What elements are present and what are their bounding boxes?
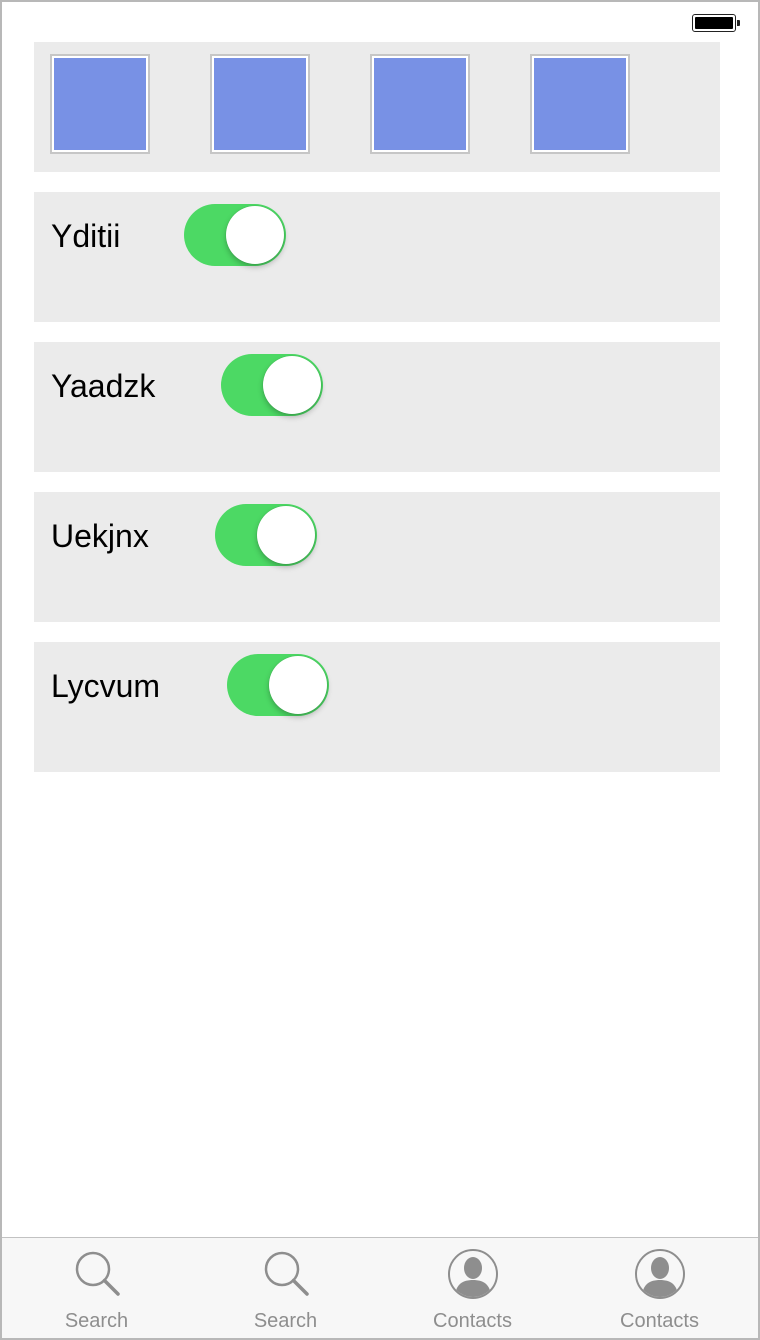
thumbnail-fill: [534, 58, 626, 150]
row-label: Lycvum: [51, 668, 161, 704]
search-icon: [75, 1251, 120, 1296]
battery-tip: [737, 20, 740, 26]
tab-label: Contacts: [433, 1310, 512, 1332]
row-label: Uekjnx: [51, 518, 149, 554]
toggle-knob: [263, 356, 321, 414]
thumbnail-image[interactable]: [50, 54, 150, 154]
thumbnail-fill: [214, 58, 306, 150]
row-toggle[interactable]: [215, 504, 317, 566]
toggle-knob: [226, 206, 284, 264]
row-toggle[interactable]: [184, 204, 286, 266]
row-toggle[interactable]: [221, 354, 323, 416]
battery-icon: [692, 14, 740, 32]
tab-search[interactable]: Search: [191, 1238, 380, 1338]
search-icon: [264, 1251, 309, 1296]
tab-label: Search: [253, 1310, 318, 1332]
settings-row: Yditii: [34, 192, 720, 322]
app-screen: Yditii Yaadzk Uekjnx Lycvum Search Searc…: [0, 0, 760, 1340]
tab-contacts[interactable]: Contacts: [378, 1238, 567, 1338]
tab-label: Search: [64, 1310, 129, 1332]
toggle-knob: [257, 506, 315, 564]
row-label: Yditii: [51, 218, 121, 254]
row-label: Yaadzk: [51, 368, 156, 404]
thumbnail-fill: [54, 58, 146, 150]
thumbnail-image[interactable]: [530, 54, 630, 154]
tab-bar: Search Search Contacts Contacts: [2, 1237, 758, 1338]
tab-search[interactable]: Search: [2, 1238, 191, 1338]
settings-row: Lycvum: [34, 642, 720, 772]
tab-contacts[interactable]: Contacts: [565, 1238, 754, 1338]
contact-icon: [634, 1249, 685, 1299]
settings-row: Yaadzk: [34, 342, 720, 472]
toggle-knob: [269, 656, 327, 714]
row-toggle[interactable]: [227, 654, 329, 716]
thumbnail-strip: [34, 42, 720, 172]
thumbnail-fill: [374, 58, 466, 150]
thumbnail-image[interactable]: [210, 54, 310, 154]
settings-row: Uekjnx: [34, 492, 720, 622]
battery-level: [695, 17, 733, 29]
thumbnail-image[interactable]: [370, 54, 470, 154]
contact-icon: [447, 1249, 498, 1299]
tab-label: Contacts: [620, 1310, 699, 1332]
